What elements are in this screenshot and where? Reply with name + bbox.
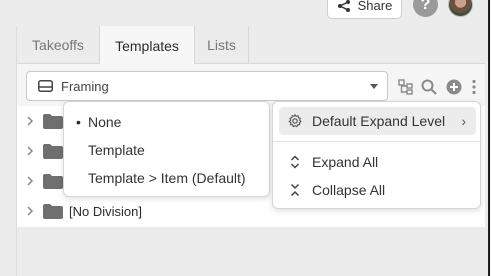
menu-item-label: Template xyxy=(88,142,145,158)
templates-toolbar: Framing xyxy=(17,64,486,106)
template-set-value: Framing xyxy=(61,78,109,94)
menu-item-label: Collapse All xyxy=(312,182,386,198)
collapse-icon xyxy=(290,183,300,197)
chevron-down-icon xyxy=(370,84,378,89)
chevron-right-icon[interactable] xyxy=(26,206,34,216)
expand-menu: Default Expand Level › Expand All Collap… xyxy=(272,101,482,209)
share-label: Share xyxy=(357,0,393,13)
menu-item-default-expand-level[interactable]: Default Expand Level › xyxy=(279,107,476,135)
add-circle-icon[interactable] xyxy=(446,79,462,95)
help-icon[interactable]: ? xyxy=(413,0,438,17)
drive-icon xyxy=(38,80,53,92)
menu-item-template[interactable]: Template xyxy=(88,142,145,158)
menu-item-expand-all[interactable]: Expand All xyxy=(273,148,482,176)
group-by-menu: None • Template Template > Item (Default… xyxy=(63,101,270,197)
menu-item-label: None xyxy=(88,114,122,130)
chevron-right-icon: › xyxy=(461,113,466,129)
expand-icon xyxy=(290,155,300,169)
selected-bullet: • xyxy=(76,114,81,130)
tab-templates[interactable]: Templates xyxy=(100,26,195,65)
share-icon xyxy=(337,0,350,12)
tab-lists[interactable]: Lists xyxy=(195,26,249,64)
template-set-select[interactable]: Framing xyxy=(26,71,388,101)
folder-icon xyxy=(43,114,63,129)
chevron-right-icon[interactable] xyxy=(26,176,34,186)
menu-item-label: Template > Item (Default) xyxy=(88,170,246,186)
menu-item-label: Default Expand Level xyxy=(312,113,446,129)
gear-icon xyxy=(288,114,302,128)
empty-area xyxy=(17,227,486,276)
menu-item-collapse-all[interactable]: Collapse All xyxy=(273,176,482,204)
menu-divider xyxy=(273,141,482,142)
tab-bar: Takeoffs Templates Lists xyxy=(17,26,486,65)
menu-item-label: Expand All xyxy=(312,154,379,170)
share-button[interactable]: Share xyxy=(327,0,402,19)
menu-item-none[interactable]: None xyxy=(88,114,121,130)
hierarchy-icon[interactable] xyxy=(398,79,414,95)
menu-item-template-item[interactable]: Template > Item (Default) xyxy=(88,170,246,186)
chevron-right-icon[interactable] xyxy=(26,146,34,156)
avatar[interactable] xyxy=(448,0,473,17)
folder-icon xyxy=(43,204,63,219)
tab-takeoffs[interactable]: Takeoffs xyxy=(17,26,100,64)
tree-row-label: [No Division] xyxy=(69,203,142,219)
folder-icon xyxy=(43,144,63,159)
chevron-right-icon[interactable] xyxy=(26,116,34,126)
divider xyxy=(488,0,490,276)
search-icon[interactable] xyxy=(421,79,437,95)
folder-icon xyxy=(43,174,63,189)
more-vertical-icon[interactable] xyxy=(471,79,477,95)
top-bar: Share ? xyxy=(0,0,491,26)
